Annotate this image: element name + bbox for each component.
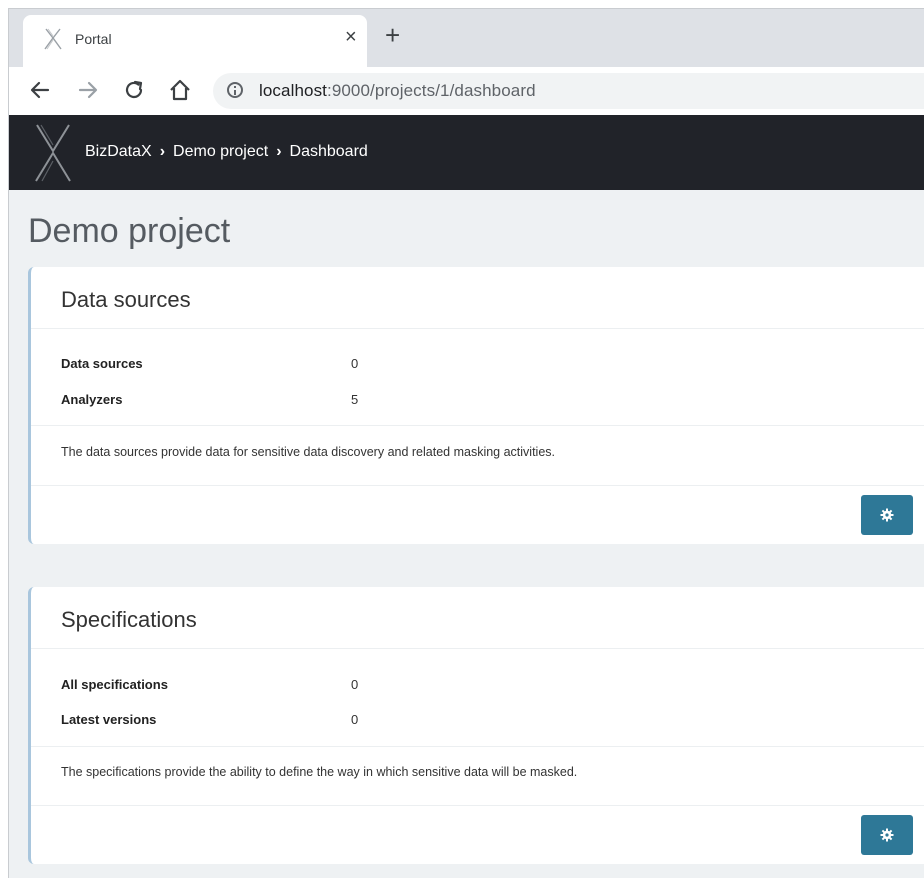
card-description: The data sources provide data for sensit… — [61, 445, 556, 459]
gear-icon — [880, 508, 894, 522]
tab-close-icon[interactable]: × — [345, 26, 357, 48]
stat-value-latest-versions: 0 — [351, 712, 359, 727]
card-title: Specifications — [61, 607, 197, 632]
forward-arrow-icon[interactable] — [75, 77, 101, 103]
stat-label-latest-versions: Latest versions — [61, 712, 157, 727]
dashboard-content: Demo project Data sources Data sources 0… — [9, 190, 924, 878]
specifications-settings-button[interactable] — [861, 815, 913, 855]
browser-tab[interactable]: Portal × — [23, 15, 367, 67]
url-host: localhost — [259, 81, 327, 100]
chevron-right-icon: › — [276, 143, 282, 160]
breadcrumb-dashboard[interactable]: Dashboard — [290, 143, 368, 161]
url-path: :9000/projects/1/dashboard — [327, 81, 536, 100]
page-title: Demo project — [28, 212, 231, 250]
divider — [31, 746, 924, 747]
divider — [31, 328, 924, 329]
stat-value-analyzers: 5 — [351, 392, 359, 407]
stat-value-data-sources: 0 — [351, 356, 359, 371]
card-description: The specifications provide the ability t… — [61, 765, 578, 779]
reload-icon[interactable] — [121, 77, 147, 103]
browser-toolbar: localhost:9000/projects/1/dashboard — [9, 67, 924, 115]
divider — [31, 425, 924, 426]
divider — [31, 485, 924, 486]
data-sources-card: Data sources Data sources 0 Analyzers 5 … — [28, 267, 924, 544]
tab-title: Portal — [75, 31, 112, 47]
site-info-icon[interactable] — [227, 82, 243, 98]
data-sources-settings-button[interactable] — [861, 495, 913, 535]
app-header: BizDataX › Demo project › Dashboard — [9, 115, 924, 190]
stat-label-all-specifications: All specifications — [61, 677, 168, 692]
bizdatax-favicon-icon — [44, 28, 62, 50]
stat-label-analyzers: Analyzers — [61, 392, 123, 407]
breadcrumb-demo-project[interactable]: Demo project — [173, 143, 268, 161]
tab-strip: Portal × + — [9, 9, 924, 67]
stat-value-all-specifications: 0 — [351, 677, 359, 692]
home-icon[interactable] — [167, 77, 193, 103]
browser-window: Portal × + localhost:9000/projects/1/das… — [8, 8, 924, 878]
back-arrow-icon[interactable] — [27, 77, 53, 103]
specifications-card: Specifications All specifications 0 Late… — [28, 587, 924, 864]
divider — [31, 805, 924, 806]
card-title: Data sources — [61, 287, 191, 312]
gear-icon — [880, 828, 894, 842]
address-bar[interactable]: localhost:9000/projects/1/dashboard — [213, 73, 924, 109]
url-text: localhost:9000/projects/1/dashboard — [259, 81, 536, 101]
chevron-right-icon: › — [159, 143, 166, 160]
divider — [31, 648, 924, 649]
stat-label-data-sources: Data sources — [61, 356, 143, 371]
breadcrumb: BizDataX › Demo project › Dashboard — [85, 143, 368, 161]
breadcrumb-bizdatax[interactable]: BizDataX — [85, 143, 152, 161]
new-tab-icon[interactable]: + — [385, 22, 400, 48]
bizdatax-logo-icon[interactable] — [33, 123, 73, 183]
